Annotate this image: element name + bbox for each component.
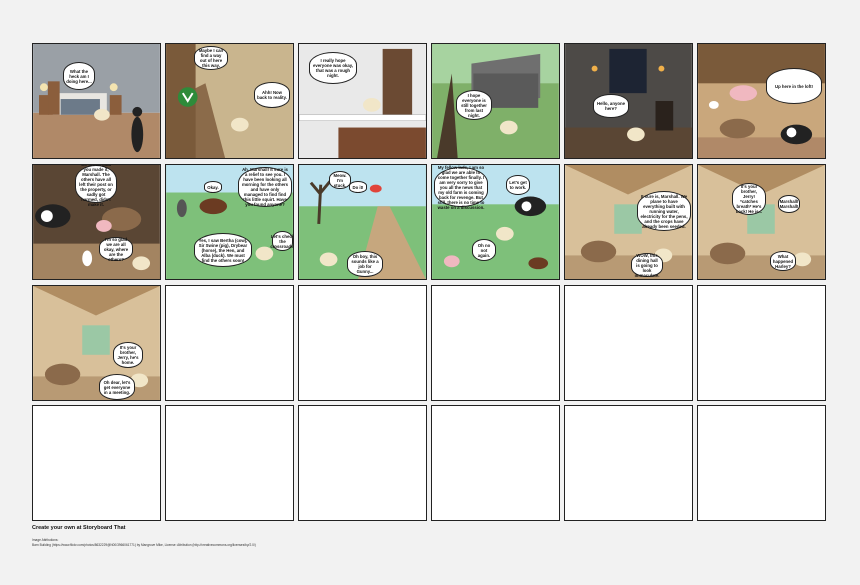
- speech-bubble: I'm so glad we are all okay, where are t…: [99, 237, 133, 262]
- speech-bubble: Oh no not again.: [472, 239, 496, 261]
- empty-panel[interactable]: [165, 285, 294, 401]
- bedroom-scene: [33, 44, 160, 158]
- panel-10[interactable]: My fellow lads, I am so glad we are able…: [431, 164, 560, 280]
- panel-13[interactable]: It's your brother, Jerry, he's home. Oh …: [32, 285, 161, 401]
- panel-1[interactable]: What the heck am I doing here...: [32, 43, 161, 159]
- empty-panel[interactable]: [431, 405, 560, 521]
- speech-bubble: What the heck am I doing here...: [63, 62, 95, 90]
- speech-bubble: Maybe I can find a way out of here this …: [194, 46, 228, 70]
- shed-scene: [432, 44, 559, 158]
- speech-bubble: Oh dear, let's get everyone in a meeting…: [99, 374, 135, 400]
- empty-panel[interactable]: [32, 405, 161, 521]
- speech-bubble: It's your brother, Jerry! *catches breat…: [732, 183, 766, 215]
- create-your-own-link[interactable]: Create your own at Storyboard That: [32, 525, 126, 531]
- panel-5[interactable]: Hello, anyone here?: [564, 43, 693, 159]
- speech-bubble: Yes, I saw Bertha (cow), Sir Swine (pig)…: [194, 233, 252, 267]
- speech-bubble: What happened Harley?: [770, 251, 796, 271]
- speech-bubble: I really hope everyone was okay, that wa…: [309, 52, 357, 84]
- empty-panel[interactable]: [564, 285, 693, 401]
- panel-8[interactable]: Okay. Ah, Marshall! It sure is a relief …: [165, 164, 294, 280]
- speech-bubble: Oh boy, this sounds like a job for Gunny…: [347, 251, 383, 277]
- speech-bubble: Ahh! Now back to reality.: [254, 82, 290, 108]
- panel-4[interactable]: I hope everyone is still together from l…: [431, 43, 560, 159]
- empty-panel[interactable]: [697, 285, 826, 401]
- dining-hall-scene-3: [33, 286, 160, 400]
- attributions-text: Barn Building (https://www.flickr.com/ph…: [32, 543, 256, 547]
- speech-bubble: It sure is, Marshall. We plane to have e…: [637, 191, 691, 231]
- empty-panel[interactable]: [697, 405, 826, 521]
- panel-7[interactable]: We are all glad you made it, Marshall. T…: [32, 164, 161, 280]
- empty-panel[interactable]: [564, 405, 693, 521]
- panel-12[interactable]: It's your brother, Jerry! *catches breat…: [697, 164, 826, 280]
- speech-bubble: WOW, this dining hall is going to look i…: [631, 253, 663, 278]
- speech-bubble: It's your brother, Jerry, he's home.: [113, 342, 143, 368]
- speech-bubble: Hello, anyone here?: [593, 94, 629, 118]
- panel-11[interactable]: It sure is, Marshall. We plane to have e…: [564, 164, 693, 280]
- speech-bubble: I hope everyone is still together from l…: [456, 90, 492, 120]
- panel-3[interactable]: I really hope everyone was okay, that wa…: [298, 43, 427, 159]
- speech-bubble: Okay.: [204, 181, 222, 193]
- dining-hall-scene-2: [698, 165, 825, 279]
- empty-panel[interactable]: [431, 285, 560, 401]
- panel-2[interactable]: Maybe I can find a way out of here this …: [165, 43, 294, 159]
- speech-bubble: Do it!: [349, 181, 367, 193]
- empty-panel[interactable]: [298, 405, 427, 521]
- empty-panel[interactable]: [298, 285, 427, 401]
- attributions-label: Image Attributions:: [32, 538, 59, 542]
- speech-bubble: We are all glad you made it, Marshall. T…: [75, 165, 117, 207]
- speech-bubble: Ah, Marshall! It sure is a relief to see…: [238, 167, 292, 207]
- speech-bubble: Let's check the crossroads.: [270, 231, 293, 251]
- panel-6[interactable]: Up here in the loft!: [697, 43, 826, 159]
- speech-bubble: Up here in the loft!: [766, 68, 822, 104]
- speech-bubble: Marshall! Marshall!: [778, 195, 800, 213]
- speech-bubble: Let's get to work.: [506, 175, 530, 195]
- empty-panel[interactable]: [165, 405, 294, 521]
- speech-bubble: Meow. I'm stuck.: [329, 171, 351, 189]
- speech-bubble: My fellow lads, I am so glad we are able…: [434, 165, 488, 210]
- panel-9[interactable]: Meow. I'm stuck. Do it! Oh boy, this sou…: [298, 164, 427, 280]
